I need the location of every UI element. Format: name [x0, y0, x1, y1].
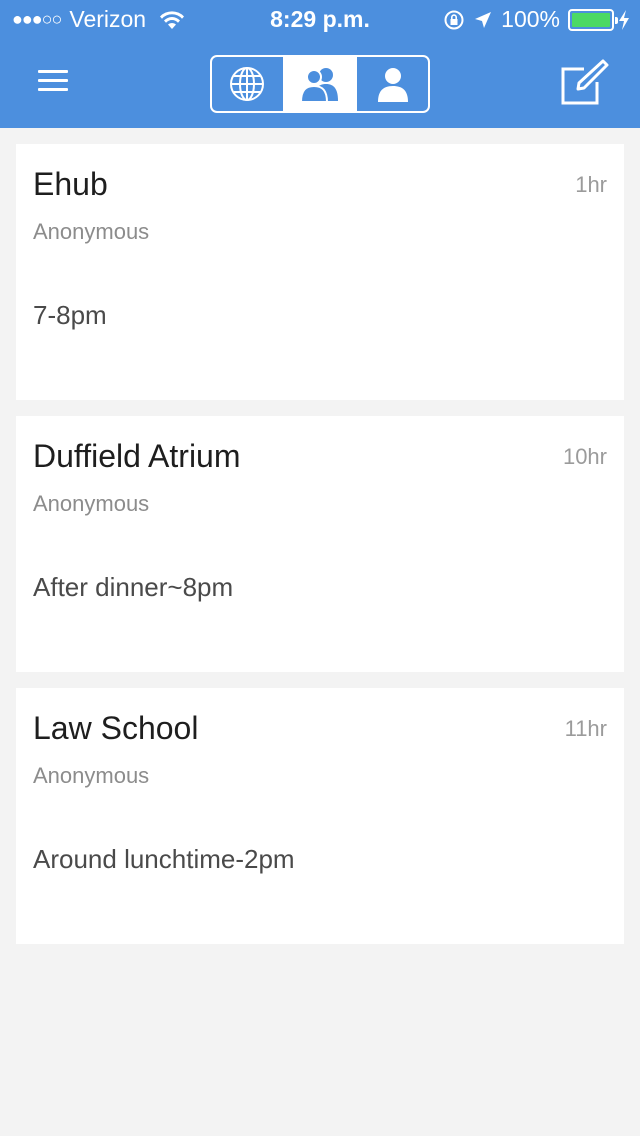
tab-global[interactable]: [212, 57, 283, 111]
top-bar: ●●●○○ Verizon 8:29 p.m. 100%: [0, 0, 640, 128]
battery-level: [572, 12, 610, 27]
feed-segmented-control: [210, 55, 430, 113]
post-card[interactable]: Law School 11hr Anonymous Around lunchti…: [16, 688, 624, 944]
tab-groups[interactable]: [282, 57, 356, 111]
globe-icon: [230, 67, 265, 101]
battery-percent: 100%: [501, 6, 560, 32]
post-title: Ehub: [33, 166, 108, 202]
post-author: Anonymous: [33, 219, 150, 244]
group-icon: [299, 68, 338, 103]
post-body: After dinner~8pm: [33, 572, 234, 602]
status-bar: ●●●○○ Verizon 8:29 p.m. 100%: [0, 0, 640, 40]
post-title: Law School: [33, 710, 199, 746]
battery-nub: [615, 16, 618, 24]
battery-icon: [568, 8, 618, 31]
post-body: 7-8pm: [33, 300, 107, 330]
charging-bolt-icon: [619, 9, 629, 30]
post-body: Around lunchtime-2pm: [33, 844, 295, 874]
compose-button[interactable]: [560, 58, 610, 106]
post-author: Anonymous: [33, 491, 150, 516]
post-time: 10hr: [562, 444, 607, 469]
location-arrow-icon: [475, 11, 492, 28]
post-card[interactable]: Duffield Atrium 10hr Anonymous After din…: [16, 416, 624, 672]
post-time: 1hr: [575, 172, 607, 197]
post-author: Anonymous: [33, 763, 150, 788]
post-time: 11hr: [564, 716, 607, 741]
rotation-lock-icon: [444, 10, 464, 29]
status-right: 100%: [435, 6, 630, 33]
tab-personal[interactable]: [355, 57, 428, 111]
person-icon: [377, 68, 408, 102]
compose-icon: [561, 59, 609, 105]
post-card[interactable]: Ehub 1hr Anonymous 7-8pm: [16, 144, 624, 400]
post-title: Duffield Atrium: [33, 438, 241, 474]
menu-button[interactable]: [38, 68, 70, 92]
